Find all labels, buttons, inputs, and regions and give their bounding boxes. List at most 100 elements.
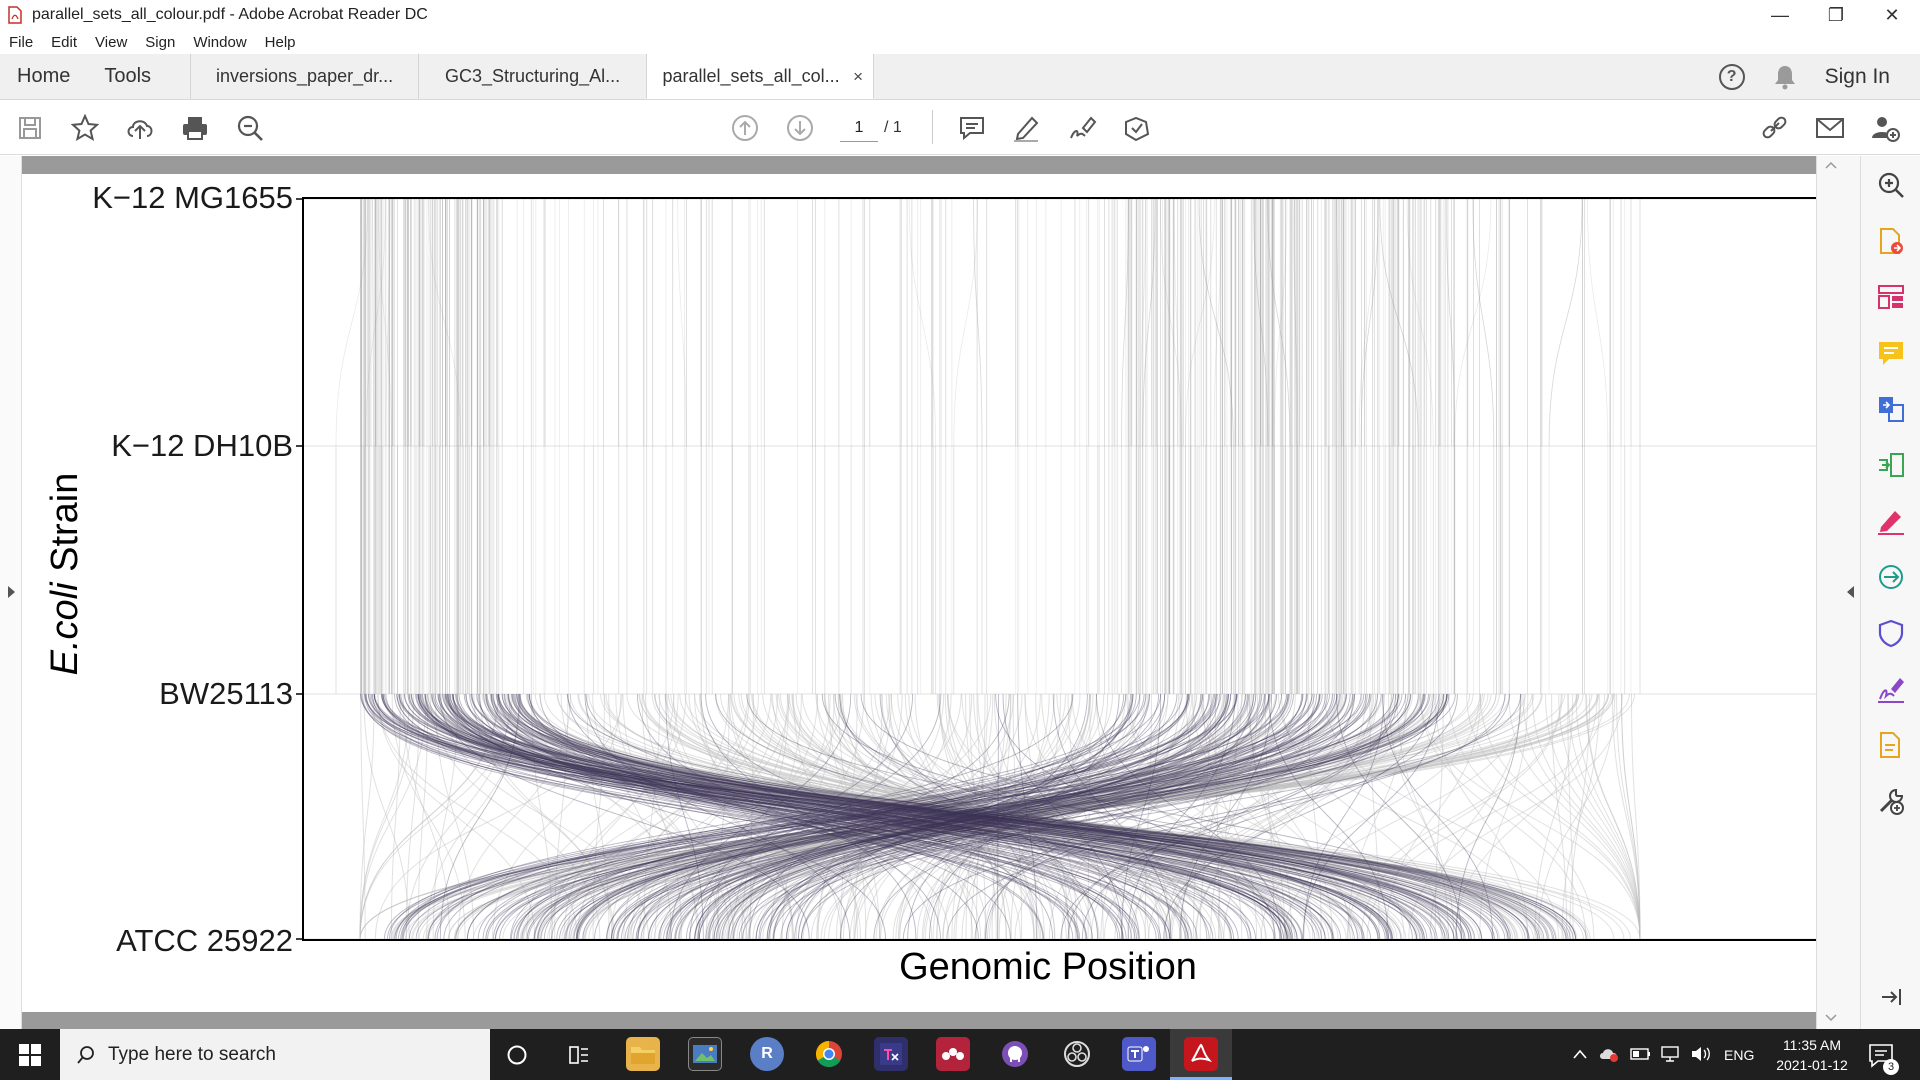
comment-tool-icon[interactable] — [1876, 338, 1906, 368]
tab-bar: Home Tools inversions_paper_dr... GC3_St… — [0, 54, 1920, 100]
vertical-scrollbar[interactable] — [1816, 156, 1860, 1029]
tab-document-1-label: inversions_paper_dr... — [216, 66, 394, 86]
light-ribbon — [1144, 693, 1152, 940]
segment-line — [1159, 198, 1182, 447]
sign-in-button[interactable]: Sign In — [1825, 65, 1890, 89]
menu-edit[interactable]: Edit — [42, 34, 86, 51]
help-icon[interactable]: ? — [1718, 63, 1745, 90]
tab-home[interactable]: Home — [0, 54, 87, 99]
convert-icon[interactable] — [1876, 394, 1906, 424]
zoom-in-icon[interactable] — [1876, 170, 1906, 200]
print-icon[interactable] — [179, 112, 211, 144]
notification-bell-icon[interactable] — [1773, 64, 1797, 90]
collapse-pane-icon[interactable] — [1876, 982, 1906, 1012]
network-icon[interactable] — [1660, 1045, 1682, 1063]
left-panel-toggle[interactable] — [0, 156, 22, 1029]
clock-date: 2021-01-12 — [1776, 1056, 1848, 1073]
comment-icon[interactable] — [956, 112, 988, 144]
task-view-icon[interactable] — [568, 1044, 590, 1066]
tab-document-2[interactable]: GC3_Structuring_Al... — [418, 54, 646, 99]
scroll-up-icon[interactable] — [1825, 160, 1837, 170]
create-pdf-icon[interactable] — [1876, 730, 1906, 760]
window-title: parallel_sets_all_colour.pdf - Adobe Acr… — [32, 6, 428, 23]
tab-document-2-label: GC3_Structuring_Al... — [445, 66, 621, 86]
y-axis-tick-label-2: BW25113 — [159, 676, 293, 711]
texstudio-icon[interactable] — [874, 1037, 908, 1071]
r-icon[interactable]: R — [750, 1037, 784, 1071]
chrome-icon[interactable] — [812, 1037, 846, 1071]
cortana-icon[interactable] — [506, 1044, 528, 1066]
menu-sign[interactable]: Sign — [136, 34, 184, 51]
expand-left-panel-icon[interactable] — [5, 584, 17, 600]
share-link-icon[interactable] — [1759, 112, 1791, 144]
mail-icon[interactable] — [1814, 112, 1846, 144]
menu-help[interactable]: Help — [256, 34, 305, 51]
battery-icon[interactable] — [1630, 1048, 1652, 1060]
fill-sign-icon[interactable] — [1876, 506, 1906, 536]
notification-count-badge: 3 — [1883, 1059, 1899, 1075]
taskbar-search-box[interactable]: Type here to search — [60, 1029, 490, 1080]
y-axis-tick-label-3: ATCC 25922 — [116, 923, 293, 958]
sign-icon[interactable] — [1066, 112, 1098, 144]
clock-time: 11:35 AM — [1782, 1036, 1842, 1053]
tools-more-icon[interactable] — [1876, 786, 1906, 816]
y-axis-tick-label-0: K−12 MG1655 — [92, 180, 293, 215]
export-pdf-icon[interactable] — [1876, 226, 1906, 256]
next-page-icon[interactable] — [784, 112, 816, 144]
file-explorer-icon[interactable] — [626, 1037, 660, 1071]
segment-line — [1173, 198, 1180, 447]
menu-window[interactable]: Window — [184, 34, 255, 51]
parallel-sets-chart: K−12 MG1655 K−12 DH10B BW25113 ATCC 2592… — [44, 180, 1818, 988]
collapse-right-panel-icon[interactable] — [1845, 584, 1857, 600]
title-bar: parallel_sets_all_colour.pdf - Adobe Acr… — [0, 0, 1920, 30]
clock[interactable]: 11:35 AM 2021-01-12 — [1770, 1029, 1854, 1080]
tab-tools[interactable]: Tools — [87, 54, 168, 99]
tab-document-3[interactable]: parallel_sets_all_col... × — [646, 54, 875, 99]
search-placeholder: Type here to search — [108, 1043, 276, 1065]
volume-icon[interactable] — [1690, 1045, 1712, 1063]
y-axis-title-italic: E.coli — [44, 581, 86, 675]
close-tab-icon[interactable]: × — [853, 67, 863, 87]
search-icon — [77, 1045, 94, 1064]
language-indicator[interactable]: ENG — [1724, 1029, 1754, 1080]
close-button[interactable]: ✕ — [1864, 0, 1920, 30]
prev-page-icon[interactable] — [729, 112, 761, 144]
segment-line — [1121, 198, 1129, 447]
scroll-down-icon[interactable] — [1825, 1013, 1837, 1023]
onedrive-icon[interactable] — [1598, 1046, 1620, 1062]
github-icon[interactable] — [998, 1037, 1032, 1071]
obs-icon[interactable] — [1060, 1037, 1094, 1071]
save-icon[interactable] — [14, 112, 46, 144]
send-for-review-icon[interactable] — [1876, 562, 1906, 592]
show-hidden-icons-icon[interactable] — [1572, 1048, 1588, 1060]
minimize-button[interactable]: — — [1752, 0, 1808, 30]
y-axis-title: E.coli Strain — [44, 473, 86, 676]
y-axis-title-rest: Strain — [44, 473, 86, 583]
organize-pages-icon[interactable] — [1876, 282, 1906, 312]
photos-icon[interactable] — [688, 1037, 722, 1071]
menu-view[interactable]: View — [86, 34, 136, 51]
light-ribbon — [1567, 693, 1641, 940]
menu-file[interactable]: File — [0, 34, 42, 51]
mendeley-icon[interactable] — [936, 1037, 970, 1071]
teams-icon[interactable] — [1122, 1037, 1156, 1071]
restore-button[interactable]: ❐ — [1808, 0, 1864, 30]
page-number-input[interactable]: 1 — [840, 114, 878, 142]
tab-document-1[interactable]: inversions_paper_dr... — [190, 54, 418, 99]
windows-start-icon[interactable] — [19, 1044, 41, 1066]
segment-line — [1548, 198, 1583, 447]
zoom-out-icon[interactable] — [234, 112, 266, 144]
stamp-icon[interactable] — [1121, 112, 1153, 144]
segment-line — [973, 198, 983, 447]
acrobat-icon[interactable] — [1184, 1037, 1218, 1071]
segment-line — [372, 198, 375, 447]
signature-icon[interactable] — [1876, 674, 1906, 704]
bookmark-star-icon[interactable] — [69, 112, 101, 144]
segment-line — [1587, 198, 1609, 447]
compress-icon[interactable] — [1876, 450, 1906, 480]
highlight-icon[interactable] — [1011, 112, 1043, 144]
add-user-icon[interactable] — [1869, 112, 1901, 144]
protect-icon[interactable] — [1876, 618, 1906, 648]
segment-line — [1360, 198, 1379, 447]
upload-icon[interactable] — [124, 112, 156, 144]
